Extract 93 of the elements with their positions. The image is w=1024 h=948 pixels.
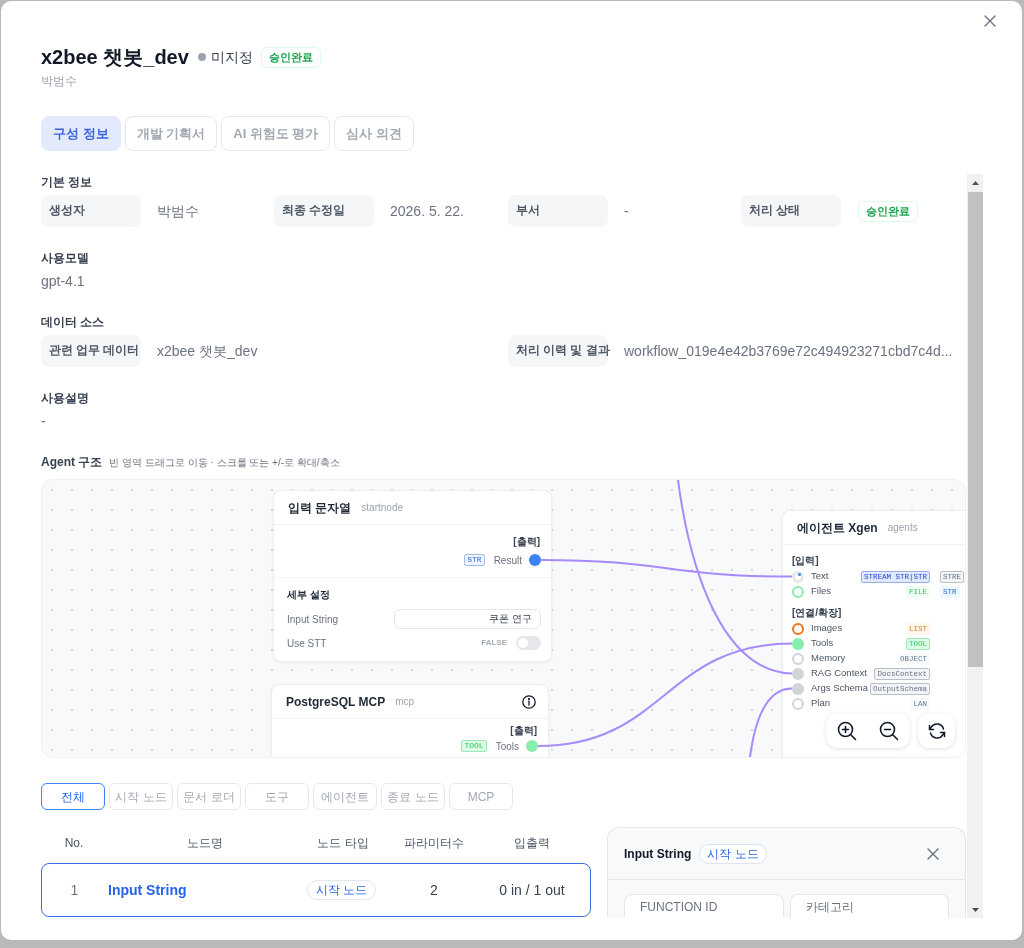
section-title: 사용설명 bbox=[41, 390, 89, 406]
node-title: 입력 문자열 bbox=[288, 499, 352, 517]
node-type: startnode bbox=[361, 501, 404, 515]
field-value: - bbox=[41, 412, 46, 431]
table-row[interactable]: 1 Input String 시작 노드 2 0 in / 1 out bbox=[41, 863, 591, 917]
field-value: workflow_019e4e42b3769e72c494923271cbd7c4d... bbox=[624, 341, 953, 361]
field-label: 최종 수정일 bbox=[274, 195, 374, 227]
owner-name: 박범수 bbox=[41, 74, 77, 88]
node-type: mcp bbox=[395, 695, 415, 709]
port-label: Plan bbox=[811, 696, 830, 711]
settings-title: 세부 설정 bbox=[287, 589, 330, 601]
field-label: 처리 이력 및 결과 bbox=[508, 335, 608, 367]
modal-title: x2bee 챗봇_dev bbox=[41, 45, 189, 70]
port-label: RAG Context bbox=[811, 666, 867, 681]
group-label: [입력] bbox=[792, 555, 819, 567]
tab[interactable]: 심사 의견 bbox=[334, 116, 415, 151]
group-label: [출력] bbox=[510, 725, 538, 737]
port-label: Images bbox=[811, 621, 843, 636]
field-label: Input String bbox=[287, 612, 339, 627]
group-label: [연결/확장] bbox=[792, 607, 842, 619]
toggle-value: FALSE bbox=[481, 637, 507, 649]
field-label: 생성자 bbox=[41, 195, 141, 227]
card-label: FUNCTION ID bbox=[640, 900, 718, 914]
filter-chip[interactable]: 시작 노드 bbox=[109, 783, 173, 810]
port-label: Files bbox=[811, 584, 832, 599]
filter-chip[interactable]: 에이전트 bbox=[313, 783, 377, 810]
field-value: 2026. 5. 22. bbox=[390, 201, 464, 221]
card-label: 카테고리 bbox=[805, 900, 854, 914]
type-badge: STR bbox=[464, 554, 485, 566]
scrollbar-thumb[interactable] bbox=[967, 192, 983, 667]
field-value: - bbox=[624, 201, 629, 221]
group-label: [출력] bbox=[513, 536, 541, 548]
node-card[interactable]: 입력 문자열 startnode [출력] STR Result 세부 설정 Input String 쿠폰 연구 Use STT FALSE bbox=[273, 490, 552, 662]
field-label: 관련 업무 데이터 bbox=[41, 335, 141, 367]
field-value: x2bee 챗봇_dev bbox=[157, 341, 258, 361]
type-badge: TOOL bbox=[461, 740, 487, 752]
table-cell-text: 0 in / 1 out bbox=[499, 880, 565, 900]
scroll-up-icon[interactable] bbox=[971, 180, 979, 185]
toggle-switch[interactable] bbox=[516, 636, 541, 650]
section-title: 데이터 소스 bbox=[41, 314, 105, 330]
close-icon[interactable] bbox=[984, 15, 996, 27]
table-cell-text: 2 bbox=[430, 880, 438, 900]
filter-chip[interactable]: 전체 bbox=[41, 783, 105, 810]
port-label: Args Schema bbox=[811, 681, 869, 696]
column-header: 노드명 bbox=[187, 835, 223, 851]
zoom-in-icon[interactable] bbox=[837, 720, 857, 741]
column-header: 노드 타입 bbox=[317, 835, 369, 851]
port-icon[interactable] bbox=[792, 622, 804, 635]
panel-title: Input String bbox=[624, 845, 692, 863]
status-badge: 승인완료 bbox=[260, 46, 321, 68]
field-label: Use STT bbox=[287, 636, 327, 651]
filter-chip[interactable]: 문서 로더 bbox=[177, 783, 241, 810]
node-card[interactable]: PostgreSQL MCP mcp [출력] TOOL Tools bbox=[271, 684, 549, 757]
node-type-badge: 시작 노드 bbox=[307, 880, 377, 900]
node-title: PostgreSQL MCP bbox=[286, 693, 386, 711]
port-icon[interactable] bbox=[529, 554, 541, 566]
port-label: Memory bbox=[811, 651, 846, 666]
scroll-down-icon[interactable] bbox=[971, 907, 979, 912]
field-value: 박범수 bbox=[157, 201, 199, 221]
refresh-icon bbox=[927, 721, 946, 740]
field-label: 처리 상태 bbox=[741, 195, 841, 227]
node-type-badge: 시작 노드 bbox=[699, 843, 767, 864]
port-label: Text bbox=[811, 569, 829, 584]
filter-chip[interactable]: 종료 노드 bbox=[381, 783, 445, 810]
info-icon[interactable] bbox=[522, 694, 536, 709]
node-canvas[interactable] bbox=[41, 479, 966, 758]
field-value: gpt-4.1 bbox=[41, 272, 85, 291]
status-badge: 승인완료 bbox=[858, 200, 918, 222]
section-title: 기본 정보 bbox=[41, 174, 93, 190]
reset-view-button[interactable] bbox=[918, 713, 955, 748]
column-header: No. bbox=[64, 835, 84, 851]
section-title: Agent 구조 bbox=[41, 454, 103, 471]
filter-chip[interactable]: MCP bbox=[449, 783, 513, 810]
visibility-label: 미지정 bbox=[210, 47, 253, 67]
text-input[interactable]: 쿠폰 연구 bbox=[394, 609, 541, 629]
node-name[interactable]: Input String bbox=[108, 879, 187, 901]
canvas-hint: 빈 영역 드래그로 이동 · 스크롤 또는 +/-로 확대/축소 bbox=[109, 455, 340, 470]
port-label: Result bbox=[493, 553, 522, 568]
port-label: Tools bbox=[811, 636, 834, 651]
column-header: 입출력 bbox=[514, 835, 550, 851]
node-type: agents bbox=[887, 521, 918, 535]
column-header: 파라미터수 bbox=[404, 835, 464, 851]
filter-chip[interactable]: 도구 bbox=[245, 783, 309, 810]
table-cell-text: 1 bbox=[70, 880, 79, 900]
tab[interactable]: AI 위험도 평가 bbox=[221, 116, 331, 151]
tab[interactable]: 개발 기획서 bbox=[124, 116, 218, 151]
close-icon[interactable] bbox=[927, 847, 939, 860]
zoom-out-icon[interactable] bbox=[879, 720, 899, 741]
node-title: 에이전트 Xgen bbox=[797, 519, 878, 537]
field-label: 부서 bbox=[508, 195, 608, 227]
port-label: Tools bbox=[495, 739, 519, 754]
section-title: 사용모델 bbox=[41, 250, 89, 266]
tab[interactable]: 구성 정보 bbox=[41, 116, 121, 151]
